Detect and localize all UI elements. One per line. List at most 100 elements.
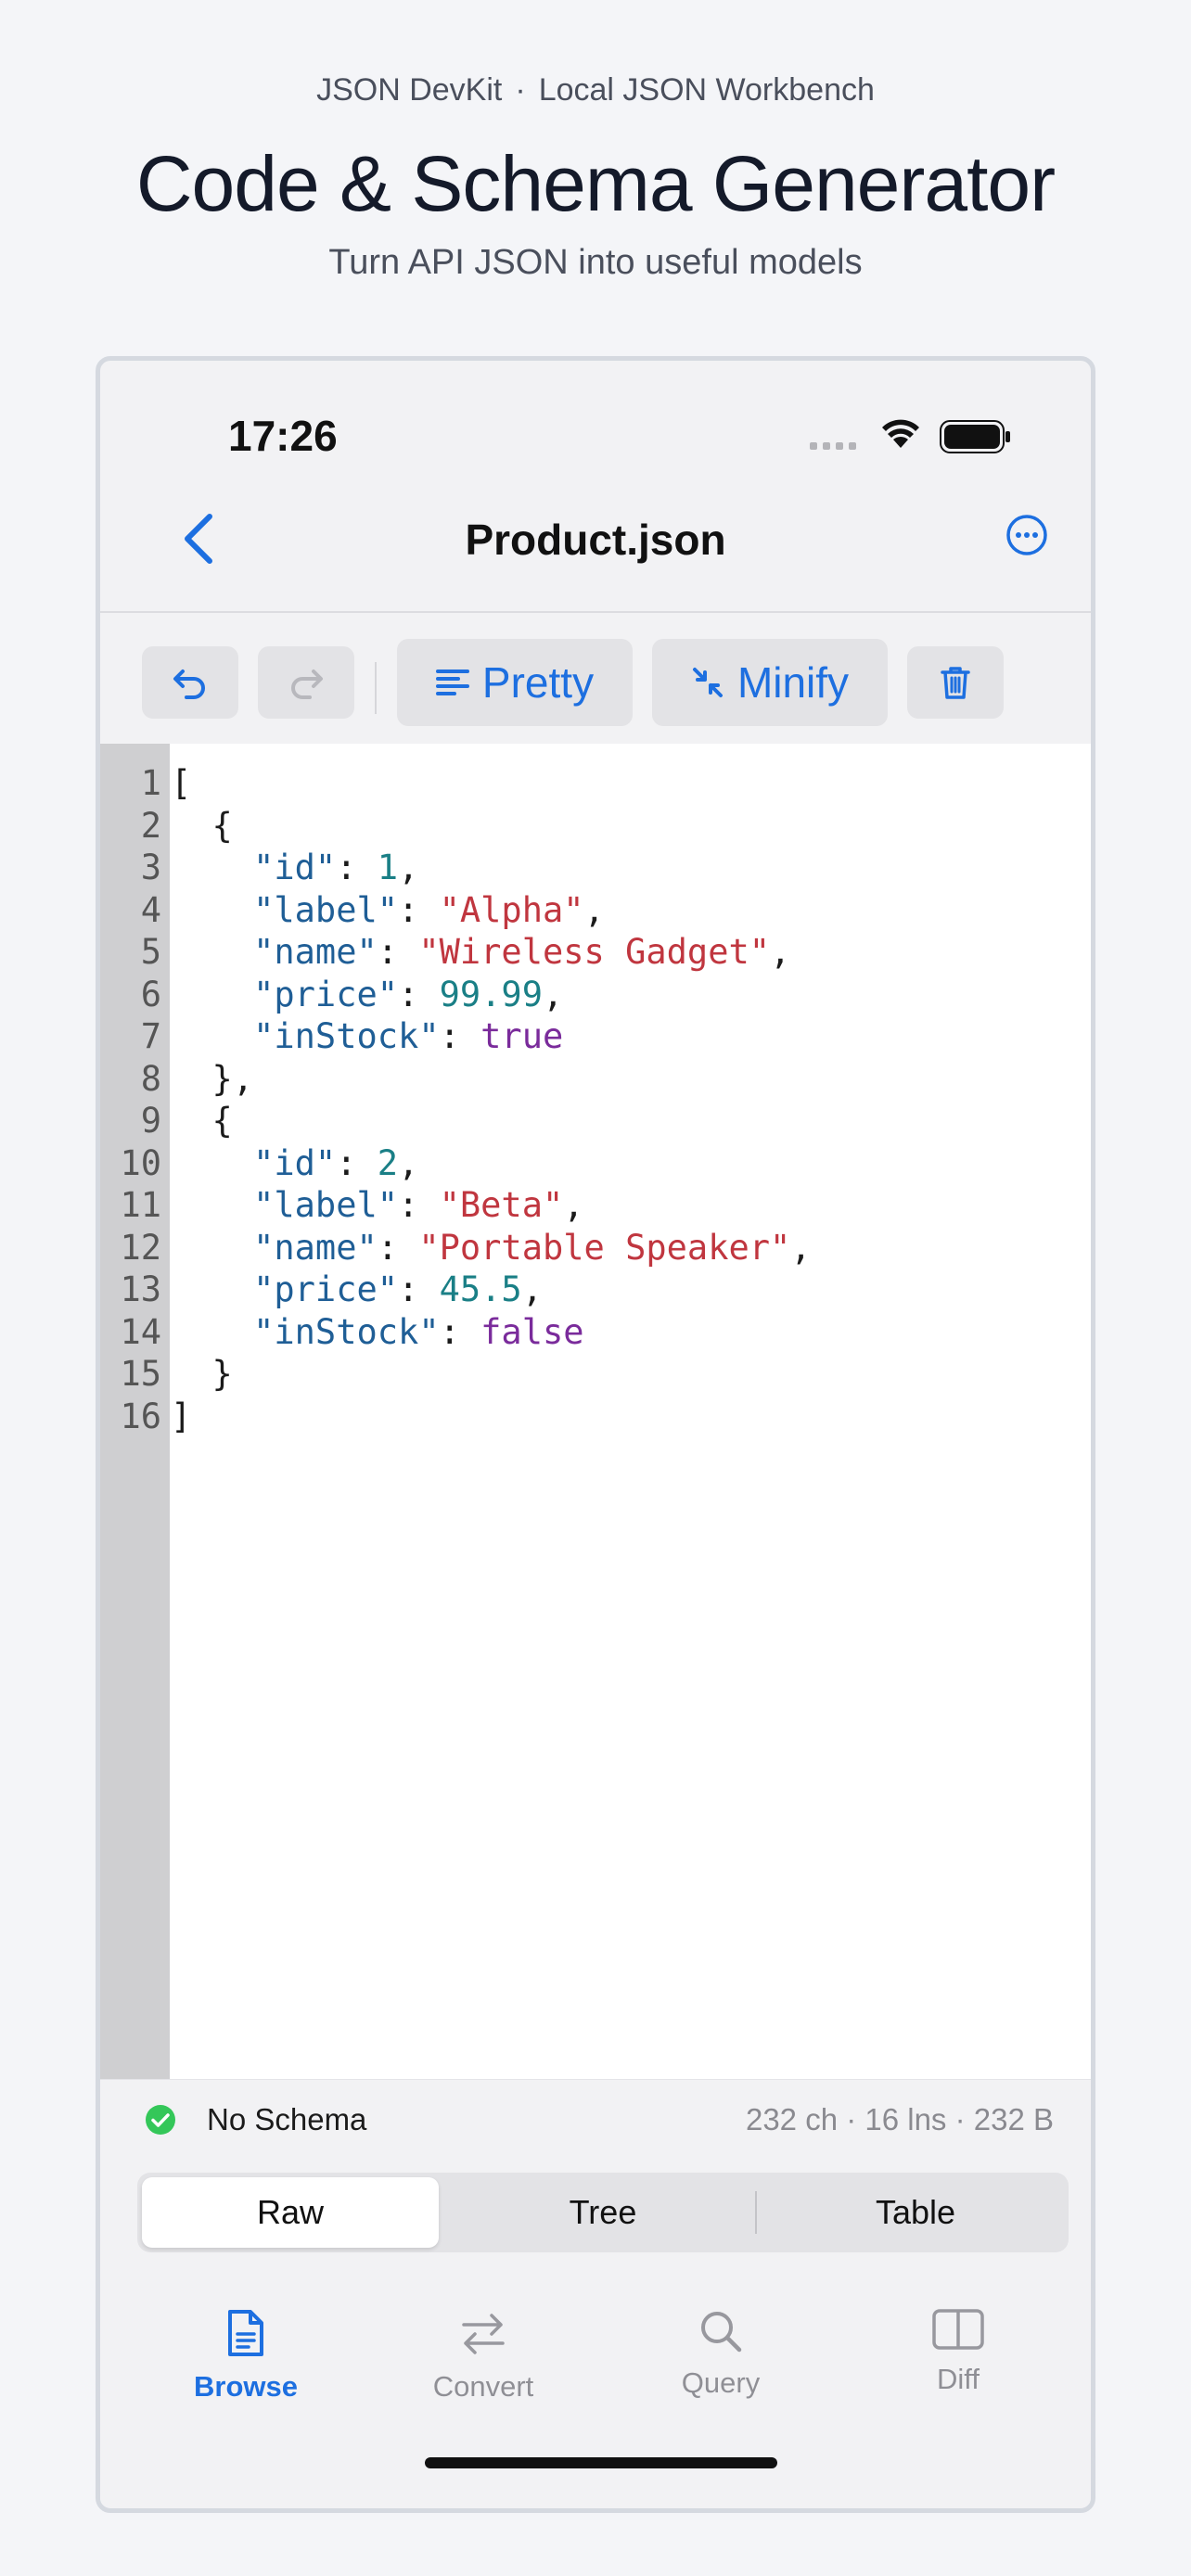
undo-icon <box>173 670 205 699</box>
app-name: JSON DevKit <box>316 72 503 108</box>
line-number: 15 <box>120 1354 161 1394</box>
json-punctuation: , <box>790 1227 812 1268</box>
line-number: 16 <box>120 1396 161 1436</box>
line-number: 3 <box>140 848 161 887</box>
json-punctuation: : <box>398 1269 440 1309</box>
line-content: "price": 99.99, <box>161 974 563 1016</box>
json-punctuation: , <box>398 1142 419 1183</box>
json-key: "id" <box>253 1142 337 1183</box>
code-line: 13 "price": 45.5, <box>100 1269 1091 1311</box>
json-string: "Wireless Gadget" <box>418 932 771 972</box>
cellular-signal-icon <box>810 442 856 450</box>
code-line: 2 { <box>100 805 1091 848</box>
json-punctuation: , <box>521 1269 543 1309</box>
pretty-button[interactable]: Pretty <box>397 639 633 726</box>
delete-button[interactable] <box>907 646 1004 719</box>
json-string: "Beta" <box>439 1185 564 1225</box>
line-content: { <box>161 1100 233 1142</box>
json-number: 45.5 <box>439 1269 522 1309</box>
code-line: 12 "name": "Portable Speaker", <box>100 1227 1091 1269</box>
schema-status[interactable]: No Schema <box>207 2102 366 2137</box>
line-number: 4 <box>140 889 161 930</box>
line-number: 14 <box>120 1311 161 1352</box>
json-punctuation: : <box>398 974 440 1014</box>
trash-icon <box>941 667 970 699</box>
line-content: ] <box>161 1396 191 1438</box>
tab-query-label: Query <box>681 2366 761 2399</box>
json-punctuation <box>171 1269 253 1309</box>
minify-button[interactable]: Minify <box>652 639 888 726</box>
line-content: { <box>161 805 233 848</box>
json-punctuation: ] <box>171 1396 192 1436</box>
segment-table[interactable]: Table <box>767 2177 1064 2248</box>
line-number: 10 <box>120 1142 161 1183</box>
json-punctuation: { <box>171 1101 233 1141</box>
json-key: "name" <box>253 932 378 972</box>
json-punctuation: [ <box>171 763 192 803</box>
json-number: 99.99 <box>439 974 543 1014</box>
line-number: 2 <box>140 805 161 846</box>
json-punctuation: : <box>377 932 419 972</box>
line-number: 1 <box>140 763 161 803</box>
tab-bar: Browse Convert Query Diff <box>100 2273 1091 2505</box>
tab-query[interactable]: Query <box>637 2308 804 2400</box>
document-icon <box>228 2310 263 2356</box>
line-content: "name": "Portable Speaker", <box>161 1227 812 1269</box>
tab-browse[interactable]: Browse <box>162 2308 329 2404</box>
json-punctuation <box>171 1312 253 1352</box>
json-punctuation <box>171 1016 253 1056</box>
json-punctuation <box>171 848 253 887</box>
segment-tree[interactable]: Tree <box>455 2177 751 2248</box>
undo-button[interactable] <box>142 646 238 719</box>
json-string: "Alpha" <box>439 889 584 930</box>
code-line: 3 "id": 1, <box>100 847 1091 889</box>
json-boolean: false <box>480 1311 584 1352</box>
schema-status-bar: No Schema 232 ch · 16 lns · 232 B <box>100 2079 1091 2158</box>
pretty-label: Pretty <box>481 658 595 707</box>
json-punctuation: : <box>439 1016 481 1056</box>
wifi-icon <box>882 419 919 448</box>
json-punctuation <box>171 1143 253 1183</box>
tab-diff[interactable]: Diff <box>875 2308 1042 2396</box>
tab-diff-label: Diff <box>937 2363 980 2395</box>
line-content: } <box>161 1353 233 1396</box>
code-line: 11 "label": "Beta", <box>100 1184 1091 1227</box>
json-number: 1 <box>377 848 399 887</box>
status-time: 17:26 <box>228 412 338 460</box>
more-options-icon[interactable] <box>1005 513 1049 557</box>
phone-frame: 17:26 Product.json Pretty Minify 1 [2 {… <box>96 356 1095 2513</box>
view-mode-segmented-control: Raw Tree Table <box>137 2173 1069 2252</box>
line-content: [ <box>161 762 191 805</box>
segment-raw[interactable]: Raw <box>142 2177 439 2248</box>
json-key: "inStock" <box>253 1016 440 1056</box>
json-punctuation <box>171 932 253 972</box>
code-line: 8 }, <box>100 1058 1091 1101</box>
json-key: "inStock" <box>253 1311 440 1352</box>
code-line: 10 "id": 2, <box>100 1142 1091 1185</box>
json-punctuation: : <box>439 1311 481 1352</box>
text-align-left-icon <box>435 670 469 695</box>
json-punctuation: , <box>583 889 605 930</box>
tab-convert[interactable]: Convert <box>400 2308 567 2404</box>
code-lines: 1[2 {3 "id": 1, 4 "label": "Alpha", 5 "nam… <box>100 762 1091 1437</box>
compress-arrows-icon <box>692 668 723 697</box>
line-content: "id": 2, <box>161 1142 418 1185</box>
code-line: 7 "inStock": true <box>100 1015 1091 1058</box>
checkmark-circle-icon <box>146 2105 175 2135</box>
code-line: 16] <box>100 1396 1091 1438</box>
json-punctuation <box>171 890 253 930</box>
tab-convert-label: Convert <box>432 2370 534 2403</box>
line-number: 8 <box>140 1058 161 1099</box>
json-editor[interactable]: 1[2 {3 "id": 1, 4 "label": "Alpha", 5 "nam… <box>100 744 1091 2079</box>
json-punctuation: , <box>770 932 791 972</box>
code-line: 5 "name": "Wireless Gadget", <box>100 931 1091 974</box>
line-content: "price": 45.5, <box>161 1269 543 1311</box>
line-number: 9 <box>140 1101 161 1141</box>
subheadline: Turn API JSON into useful models <box>328 243 863 282</box>
json-key: "label" <box>253 1185 399 1225</box>
json-punctuation: : <box>336 848 378 887</box>
editor-toolbar: Pretty Minify <box>100 614 1091 744</box>
redo-button[interactable] <box>258 646 354 719</box>
json-key: "label" <box>253 889 399 930</box>
line-number: 5 <box>140 932 161 972</box>
